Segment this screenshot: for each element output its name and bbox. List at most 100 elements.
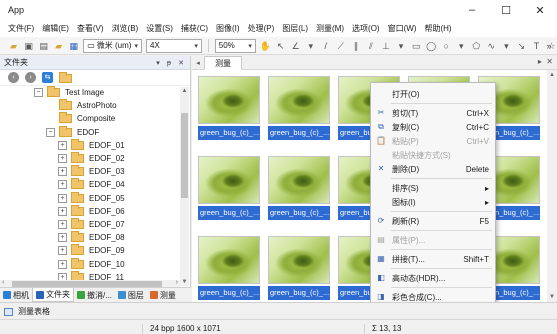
menu-window[interactable]: 窗口(W)	[384, 23, 421, 34]
folder-up-icon[interactable]	[59, 72, 72, 83]
expand-icon[interactable]: +	[58, 167, 67, 177]
context-menu-item[interactable]: 📋 粘贴(P) Ctrl+V	[371, 134, 497, 148]
tree-item[interactable]: − EDOF	[0, 125, 178, 139]
minimize-button[interactable]: –	[455, 0, 489, 20]
tree-item[interactable]: + EDOF_06	[0, 204, 178, 218]
forward-icon[interactable]: ›	[25, 72, 36, 83]
thumbnail[interactable]: green_bug_(c)_...	[198, 76, 260, 140]
tab-scroll-left-icon[interactable]: ◂	[192, 59, 204, 67]
ellipse-tool-icon[interactable]: ◯	[426, 40, 437, 52]
unit-select[interactable]: ▭ 微米 (um) ▾	[83, 38, 142, 53]
thumbnail[interactable]: green_bug_(c)_...	[268, 76, 330, 140]
tree-vertical-scrollbar[interactable]: ▲ ▼	[180, 87, 189, 286]
menu-browse[interactable]: 浏览(B)	[108, 23, 143, 34]
scroll-right-icon[interactable]: ›	[176, 279, 178, 286]
context-menu-item[interactable]: ▦ 拼接(T)... Shift+T	[371, 252, 497, 266]
tree-item[interactable]: − Test Image	[0, 86, 178, 99]
context-menu-item[interactable]: ▤ 属性(P)...	[371, 233, 497, 247]
menu-options[interactable]: 选项(O)	[348, 23, 384, 34]
expand-icon[interactable]: +	[58, 180, 67, 190]
pointer-icon[interactable]: ↖	[275, 40, 286, 52]
left-tab[interactable]: 测量	[147, 288, 179, 302]
expand-icon[interactable]: +	[58, 246, 67, 256]
objective-select[interactable]: 4X ▾	[145, 38, 202, 53]
close-button[interactable]: ✕	[523, 0, 557, 20]
context-menu-item[interactable]: ✂ 剪切(T) Ctrl+X	[371, 106, 497, 120]
menu-process[interactable]: 处理(P)	[244, 23, 279, 34]
pan-hand-icon[interactable]: ✋	[260, 40, 271, 52]
back-icon[interactable]: ‹	[8, 72, 19, 83]
context-menu-item[interactable]: 排序(S) ▸	[371, 181, 497, 195]
polygon-tool-icon[interactable]: ⬠	[471, 40, 482, 52]
pane-close-icon[interactable]: ✕	[178, 60, 184, 67]
pane-menu-icon[interactable]: ▾	[156, 60, 160, 67]
left-tab[interactable]: 相机	[0, 288, 32, 302]
line-tool-icon[interactable]: /	[320, 40, 331, 52]
scroll-down-icon[interactable]: ▼	[547, 294, 557, 300]
tree-item[interactable]: + EDOF_01	[0, 138, 178, 152]
left-tab[interactable]: 图层	[115, 288, 147, 302]
expand-icon[interactable]: +	[58, 219, 67, 229]
tree-item[interactable]: + EDOF_05	[0, 191, 178, 205]
tree-item[interactable]: + EDOF_08	[0, 231, 178, 244]
tab-browser[interactable]: 测量	[204, 55, 242, 70]
parallel-tool-icon[interactable]: ∥	[350, 40, 361, 52]
menu-measure[interactable]: 测量(M)	[312, 23, 348, 34]
angle-tool-icon[interactable]: ∠	[290, 40, 301, 52]
folder-icon[interactable]: ▰	[53, 40, 64, 52]
scroll-down-icon[interactable]: ▼	[180, 279, 189, 285]
expand-icon[interactable]: +	[58, 154, 67, 164]
scroll-left-icon[interactable]: ‹	[2, 279, 4, 286]
tree-item[interactable]: AstroPhoto	[0, 99, 178, 112]
context-menu-item[interactable]: ⟳ 刷新(R) F5	[371, 214, 497, 228]
tree-item[interactable]: + EDOF_09	[0, 244, 178, 257]
arrow-tool-icon[interactable]: ↘	[516, 40, 527, 52]
grid-icon[interactable]: ▦	[68, 40, 79, 52]
sync-icon[interactable]: ⇆	[42, 72, 53, 83]
tree-item[interactable]: + EDOF_07	[0, 217, 178, 231]
tab-close-icon[interactable]: ✕	[546, 57, 553, 66]
menu-capture[interactable]: 捕获(C)	[177, 23, 212, 34]
thumbnail[interactable]: green_bug_(c)_...	[198, 236, 260, 300]
overflow-chevron-icon[interactable]: »	[543, 40, 555, 52]
maximize-button[interactable]: ☐	[489, 0, 523, 20]
expand-icon[interactable]: +	[58, 206, 67, 216]
curve-tool-icon[interactable]: ∿	[486, 40, 497, 52]
menu-help[interactable]: 帮助(H)	[420, 23, 455, 34]
save-icon[interactable]: ▣	[23, 40, 34, 52]
dropdown-arrow-icon[interactable]: ▾	[456, 40, 467, 52]
scroll-thumb[interactable]	[181, 113, 188, 198]
scroll-up-icon[interactable]: ▲	[180, 88, 189, 94]
menu-view[interactable]: 查看(V)	[73, 23, 108, 34]
circle-tool-icon[interactable]: ○	[441, 40, 452, 52]
save-all-icon[interactable]: ▤	[38, 40, 49, 52]
open-folder-icon[interactable]: ▰	[8, 40, 19, 52]
left-tab[interactable]: 撤消/...	[74, 288, 115, 302]
dropdown-arrow-icon[interactable]: ▾	[501, 40, 512, 52]
tab-scroll-right-icon[interactable]: ▸	[538, 57, 542, 66]
rectangle-tool-icon[interactable]: ▭	[411, 40, 422, 52]
menu-file[interactable]: 文件(F)	[4, 23, 38, 34]
menu-image[interactable]: 图像(I)	[212, 23, 244, 34]
scroll-up-icon[interactable]: ▲	[547, 72, 557, 78]
expand-icon[interactable]: +	[58, 193, 67, 203]
polyline-tool-icon[interactable]: ⟋	[335, 40, 346, 52]
tree-item[interactable]: + EDOF_04	[0, 178, 178, 191]
pin-icon[interactable]: ᵽ	[167, 60, 171, 67]
expand-icon[interactable]: +	[58, 259, 67, 269]
context-menu-item[interactable]: 打开(O)	[371, 87, 497, 101]
context-menu-item[interactable]: ✕ 删除(D) Delete	[371, 162, 497, 176]
hatch-tool-icon[interactable]: ⫽	[365, 40, 376, 52]
context-menu-item[interactable]: 粘贴快捷方式(S)	[371, 148, 497, 162]
thumbnail[interactable]: green_bug_(c)_...	[268, 236, 330, 300]
zoom-select[interactable]: 50% ▾	[214, 38, 256, 53]
context-menu-item[interactable]: 图标(I) ▸	[371, 195, 497, 209]
tree-item[interactable]: Composite	[0, 112, 178, 125]
tree-item[interactable]: + EDOF_03	[0, 165, 178, 178]
text-tool-icon[interactable]: T	[531, 40, 542, 52]
tree-item[interactable]: + EDOF_10	[0, 257, 178, 270]
collapse-icon[interactable]: −	[34, 88, 43, 98]
collapse-icon[interactable]: −	[46, 127, 55, 137]
menu-settings[interactable]: 设置(S)	[142, 23, 177, 34]
tree-item[interactable]: + EDOF_02	[0, 152, 178, 165]
